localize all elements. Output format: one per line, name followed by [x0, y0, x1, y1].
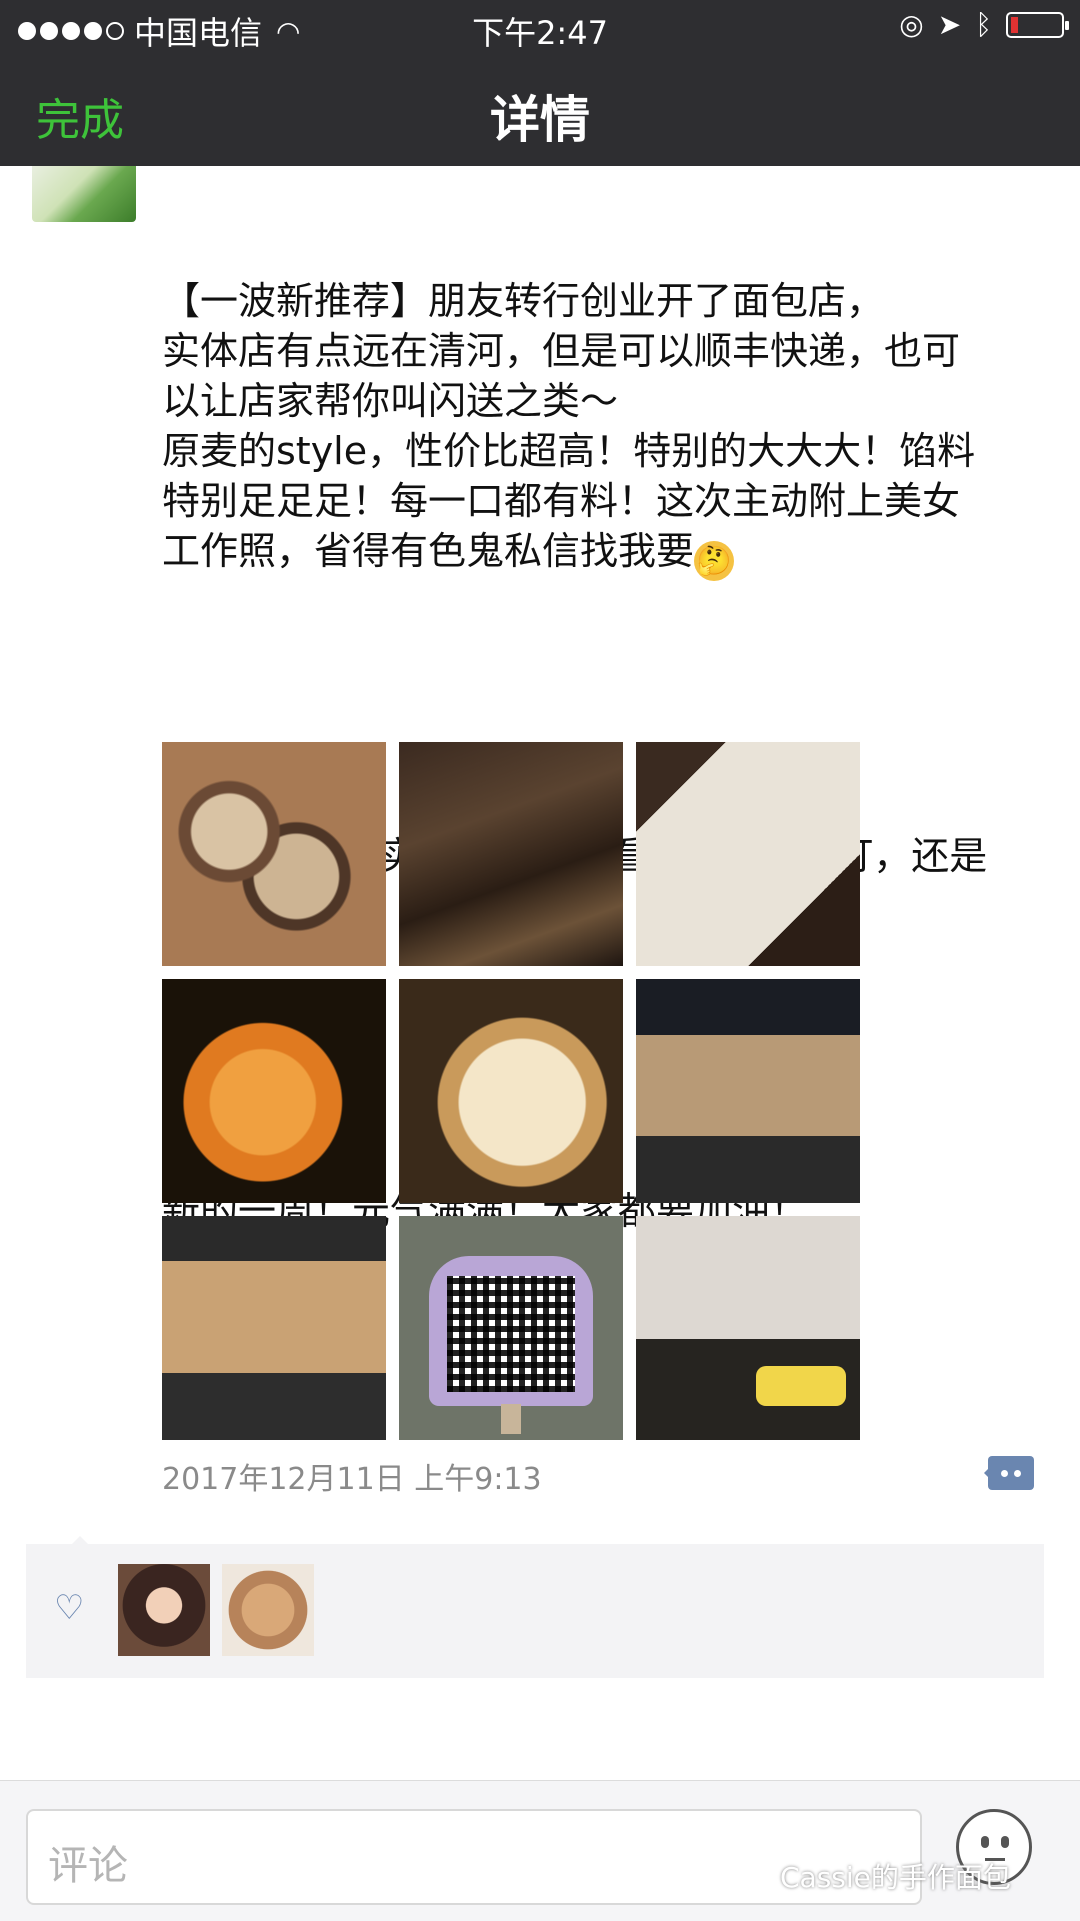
bluetooth-icon: ᛒ [975, 8, 992, 41]
liker-avatar[interactable] [222, 1564, 314, 1656]
photo-grid [162, 742, 862, 1442]
likes-panel: ♡ [26, 1536, 1044, 1678]
photo-thumbnail[interactable] [162, 742, 386, 966]
status-bar: 中国电信 ◠ 下午2:47 ◎ ➤ ᛒ [0, 0, 1080, 56]
navigation-bar: 完成 详情 [0, 56, 1080, 166]
comment-bar: 评论 [0, 1780, 1080, 1921]
liker-avatar[interactable] [118, 1564, 210, 1656]
thinking-emoji-icon: 🤔 [694, 541, 735, 581]
qr-code-thumbnail[interactable] [399, 1216, 623, 1440]
photo-thumbnail[interactable] [636, 1216, 860, 1440]
post-paragraph-spacer [162, 681, 1062, 731]
photo-thumbnail[interactable] [162, 1216, 386, 1440]
page-title: 详情 [490, 91, 590, 149]
post-timestamp: 2017年12月11日 上午9:13 [162, 1462, 542, 1497]
photo-thumbnail[interactable] [162, 979, 386, 1203]
post-paragraph: 【一波新推荐】朋友转行创业开了面包店， 实体店有点远在清河，但是可以顺丰快递，也… [162, 276, 1062, 581]
comment-toggle-button[interactable] [984, 1456, 1034, 1490]
heart-icon: ♡ [54, 1588, 85, 1628]
battery-icon [1006, 11, 1069, 38]
location-icon: ➤ [937, 8, 962, 41]
photo-thumbnail[interactable] [636, 979, 860, 1203]
photo-thumbnail[interactable] [399, 742, 623, 966]
rotation-lock-icon: ◎ [899, 8, 924, 41]
photo-thumbnail[interactable] [636, 742, 860, 966]
status-right: ◎ ➤ ᛒ [899, 8, 1069, 41]
author-avatar[interactable] [32, 166, 136, 222]
watermark: Cassie的手作面包 [780, 1861, 1011, 1894]
photo-thumbnail[interactable] [399, 979, 623, 1203]
